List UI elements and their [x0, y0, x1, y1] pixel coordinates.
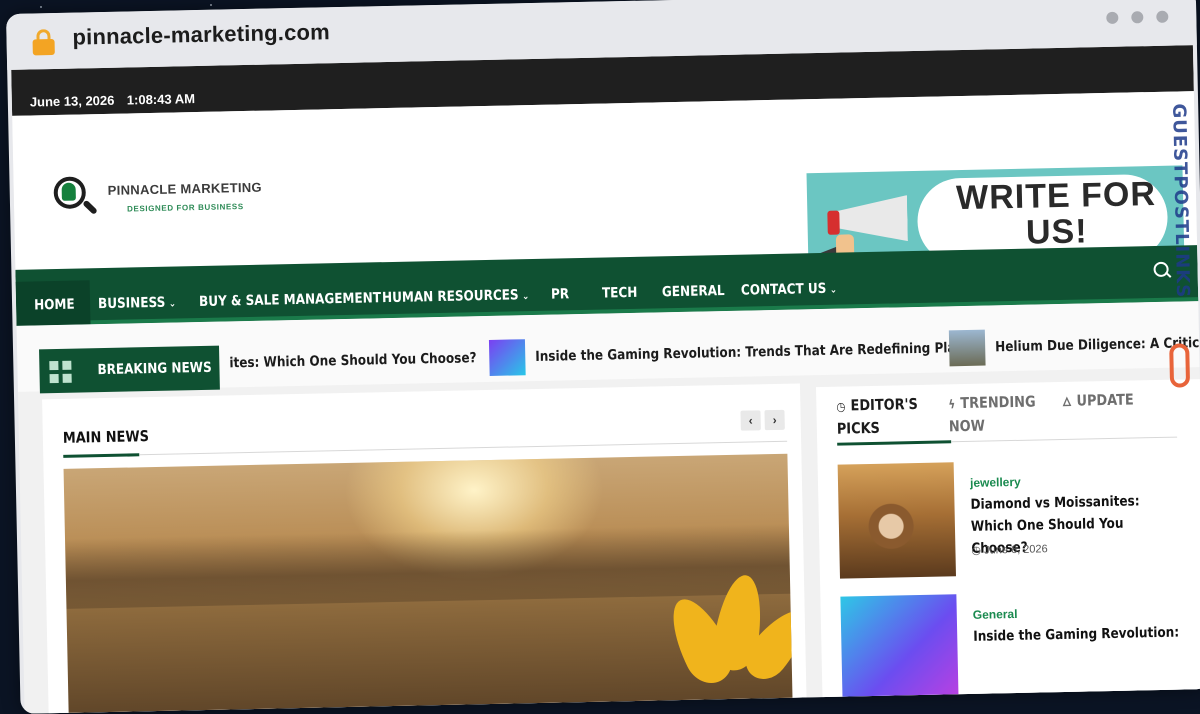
main-news-section: MAIN NEWS ‹ ›	[42, 383, 807, 714]
nav-label: TECH	[601, 284, 638, 302]
logo-title: PINNACLE MARKETING	[107, 179, 263, 198]
nav-item-home[interactable]: HOME	[34, 297, 75, 314]
article-thumbnail[interactable]	[837, 462, 956, 579]
nav-item-contact-us[interactable]: CONTACT US ⌄	[741, 281, 837, 299]
nav-item-buy-sale[interactable]: BUY & SALE MANAGEMENT	[199, 290, 381, 310]
nav-item-general[interactable]: GENERAL	[662, 283, 725, 300]
current-date: June 13, 2026	[29, 92, 115, 110]
web-page: June 13, 2026 1:08:43 AM PINNACLE MARKET…	[11, 45, 1200, 714]
breaking-news-label-box: BREAKING NEWS	[39, 345, 220, 394]
next-arrow-button[interactable]: ›	[764, 409, 785, 431]
tab-label: PICKS	[836, 418, 881, 438]
link-icon	[1169, 343, 1191, 388]
nav-item-tech[interactable]: TECH	[602, 285, 638, 302]
banner-text: WRITE FOR US!	[941, 174, 1172, 253]
chevron-down-icon: ⌄	[168, 298, 177, 310]
megaphone-rim	[827, 210, 840, 235]
nav-label: HUMAN RESOURCES	[381, 287, 519, 307]
title-underline	[63, 453, 140, 458]
nav-item-business[interactable]: BUSINESS ⌄	[97, 294, 177, 313]
tabs-divider	[951, 436, 1178, 443]
banner-line-1: WRITE FOR	[955, 174, 1157, 218]
clock-icon: ◷	[836, 399, 846, 414]
tab-label: TRENDING	[960, 392, 1036, 413]
star	[40, 6, 42, 8]
article-thumbnail[interactable]	[840, 594, 959, 711]
main-news-image[interactable]	[63, 453, 793, 714]
bolt-icon: ϟ	[948, 397, 956, 412]
tab-label: UPDATE	[1076, 390, 1134, 410]
nav-label: BUY & SALE MANAGEMENT	[198, 290, 382, 311]
nav-label: CONTACT US	[740, 280, 827, 299]
ticker-thumbnail[interactable]	[488, 339, 526, 376]
nav-label: BUSINESS	[97, 294, 166, 313]
grid-icon	[49, 360, 73, 385]
magnifier-logo-icon	[53, 176, 98, 221]
tab-trending-now[interactable]: ϟ TRENDING NOW	[948, 391, 1036, 438]
article-category[interactable]: jewellery	[970, 475, 1021, 490]
ticker-item[interactable]: ites: Which One Should You Choose?	[229, 350, 476, 371]
article-date-text: June 6, 2026	[983, 543, 1048, 557]
tab-editors-picks[interactable]: ◷ EDITOR'S PICKS	[836, 393, 918, 440]
current-time: 1:08:43 AM	[126, 91, 196, 108]
article-title[interactable]: Inside the Gaming Revolution:	[973, 622, 1180, 648]
window-controls	[1093, 10, 1169, 30]
tab-update[interactable]: 🜂 UPDATE	[1062, 388, 1134, 412]
breaking-news-label: BREAKING NEWS	[97, 359, 212, 379]
list-item[interactable]: jewellery Diamond vs Moissanites: Which …	[837, 458, 1180, 585]
article-date: ◷ June 6, 2026	[971, 542, 1048, 557]
chevron-down-icon: ⌄	[521, 291, 530, 303]
sidebar-tabs-panel: ◷ EDITOR'S PICKS ϟ TRENDING NOW 🜂 UPDATE je…	[815, 379, 1200, 714]
window-dot[interactable]	[1131, 11, 1144, 24]
tab-label: NOW	[948, 416, 986, 436]
article-category[interactable]: General	[973, 607, 1018, 622]
list-item[interactable]: General Inside the Gaming Revolution:	[840, 590, 1182, 714]
nav-label: HOME	[33, 296, 75, 314]
nav-label: PR	[550, 286, 570, 303]
nav-label: GENERAL	[661, 283, 725, 301]
lock-icon	[32, 29, 55, 56]
window-dot[interactable]	[1106, 11, 1119, 24]
guestpostlinks-watermark: GUESTPOSTLINKS	[1160, 103, 1196, 404]
active-tab-underline	[837, 440, 952, 446]
prev-arrow-button[interactable]: ‹	[740, 410, 761, 431]
clock-icon: ◷	[971, 544, 985, 557]
chevron-down-icon: ⌄	[829, 284, 838, 296]
main-news-title: MAIN NEWS	[62, 427, 150, 447]
nav-item-human-resources[interactable]: HUMAN RESOURCES ⌄	[382, 287, 530, 306]
nav-item-pr[interactable]: PR	[551, 286, 569, 302]
browser-window: pinnacle-marketing.com June 13, 2026 1:0…	[6, 0, 1200, 714]
window-dot[interactable]	[1156, 10, 1169, 23]
tab-label: EDITOR'S	[850, 394, 919, 415]
logo-tagline: DESIGNED FOR BUSINESS	[127, 202, 244, 214]
watermark-text: GUESTPOSTLINKS	[1168, 103, 1194, 299]
url-text[interactable]: pinnacle-marketing.com	[72, 19, 330, 50]
section-divider	[139, 440, 788, 456]
fire-icon: 🜂	[1062, 394, 1072, 409]
ticker-thumbnail[interactable]	[948, 329, 986, 367]
site-header: PINNACLE MARKETING DESIGNED FOR BUSINESS…	[12, 91, 1198, 276]
ticker-item[interactable]: Inside the Gaming Revolution: Trends Tha…	[535, 340, 963, 365]
star	[210, 4, 212, 6]
